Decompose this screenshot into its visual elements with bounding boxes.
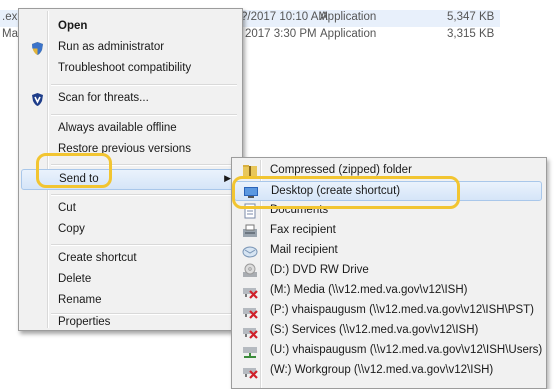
send-to-network-drive-s[interactable]: (S:) Services (\\v12.med.va.gov\v12\ISH): [234, 321, 544, 341]
menu-item-always-available-offline[interactable]: Always available offline: [21, 119, 240, 140]
send-to-mail-recipient[interactable]: Mail recipient: [234, 241, 544, 261]
menu-item-label: (D:) DVD RW Drive: [270, 264, 369, 276]
menu-item-label: Cut: [58, 202, 76, 214]
menu-separator: [51, 194, 237, 196]
send-to-fax-recipient[interactable]: Fax recipient: [234, 221, 544, 241]
menu-separator: [51, 114, 237, 116]
send-to-network-drive-w[interactable]: (W:) Workgroup (\\v12.med.va.gov\v12\ISH…: [234, 361, 544, 381]
menu-item-label: Troubleshoot compatibility: [58, 62, 192, 74]
menu-separator: [51, 84, 237, 86]
send-to-dvd-drive[interactable]: (D:) DVD RW Drive: [234, 261, 544, 281]
menu-item-label: Open: [58, 20, 88, 32]
menu-item-create-shortcut[interactable]: Create shortcut: [21, 249, 240, 270]
menu-item-label: Create shortcut: [58, 252, 137, 264]
submenu-arrow-icon: ▶: [224, 173, 231, 183]
file-size: 5,347 KB: [447, 11, 495, 23]
menu-item-label: (P:) vhaispaugusm (\\v12.med.va.gov\v12\…: [270, 304, 534, 316]
file-date: 2017 3:30 PM: [245, 28, 317, 40]
menu-item-label: Copy: [58, 223, 85, 235]
menu-item-troubleshoot-compatibility[interactable]: Troubleshoot compatibility: [21, 59, 240, 80]
file-size: 3,315 KB: [447, 28, 495, 40]
disconnected-network-drive-icon: [243, 328, 258, 339]
send-to-network-drive-p[interactable]: (P:) vhaispaugusm (\\v12.med.va.gov\v12\…: [234, 301, 544, 321]
file-type: Application: [320, 28, 377, 40]
file-name: .ex: [2, 11, 18, 23]
menu-item-delete[interactable]: Delete: [21, 270, 240, 291]
dvd-drive-icon: [243, 263, 257, 277]
menu-item-label: (M:) Media (\\v12.med.va.gov\v12\ISH): [270, 284, 468, 296]
send-to-network-drive-u[interactable]: (U:) vhaispaugusm (\\v12.med.va.gov\v12\…: [234, 341, 544, 361]
disconnected-network-drive-icon: [243, 308, 258, 319]
send-to-network-drive-m[interactable]: (M:) Media (\\v12.med.va.gov\v12\ISH): [234, 281, 544, 301]
menu-item-label: Compressed (zipped) folder: [270, 164, 412, 176]
menu-item-run-as-administrator[interactable]: Run as administrator: [21, 38, 240, 59]
menu-item-label: Fax recipient: [270, 224, 336, 236]
menu-item-scan-for-threats[interactable]: Scan for threats...: [21, 89, 240, 110]
network-drive-icon: [243, 347, 257, 358]
menu-item-properties[interactable]: Properties: [21, 307, 240, 328]
menu-item-label: Properties: [58, 316, 111, 328]
menu-item-label: (S:) Services (\\v12.med.va.gov\v12\ISH): [270, 324, 479, 336]
menu-separator: [51, 244, 237, 246]
disconnected-network-drive-icon: [243, 288, 258, 299]
send-to-highlight-ring: [36, 153, 112, 188]
desktop-highlight-ring: [232, 176, 460, 209]
antivirus-shield-icon: [30, 92, 45, 107]
shield-icon: [30, 41, 45, 56]
menu-item-label: (U:) vhaispaugusm (\\v12.med.va.gov\v12\…: [270, 344, 543, 356]
file-name: Ma: [2, 28, 18, 40]
menu-item-label: Rename: [58, 294, 102, 306]
menu-item-copy[interactable]: Copy: [21, 220, 240, 241]
menu-item-label: Mail recipient: [270, 244, 338, 256]
menu-item-label: Run as administrator: [58, 41, 165, 53]
file-type: Application: [320, 11, 377, 23]
menu-item-open[interactable]: Open: [21, 17, 240, 38]
menu-item-label: (W:) Workgroup (\\v12.med.va.gov\v12\ISH…: [270, 364, 494, 376]
disconnected-network-drive-icon: [243, 368, 258, 379]
menu-item-label: Delete: [58, 273, 92, 285]
menu-item-cut[interactable]: Cut: [21, 199, 240, 220]
mail-icon: [242, 246, 258, 258]
fax-icon: [243, 224, 257, 237]
menu-item-label: Scan for threats...: [58, 92, 149, 104]
menu-item-label: Always available offline: [58, 122, 177, 134]
